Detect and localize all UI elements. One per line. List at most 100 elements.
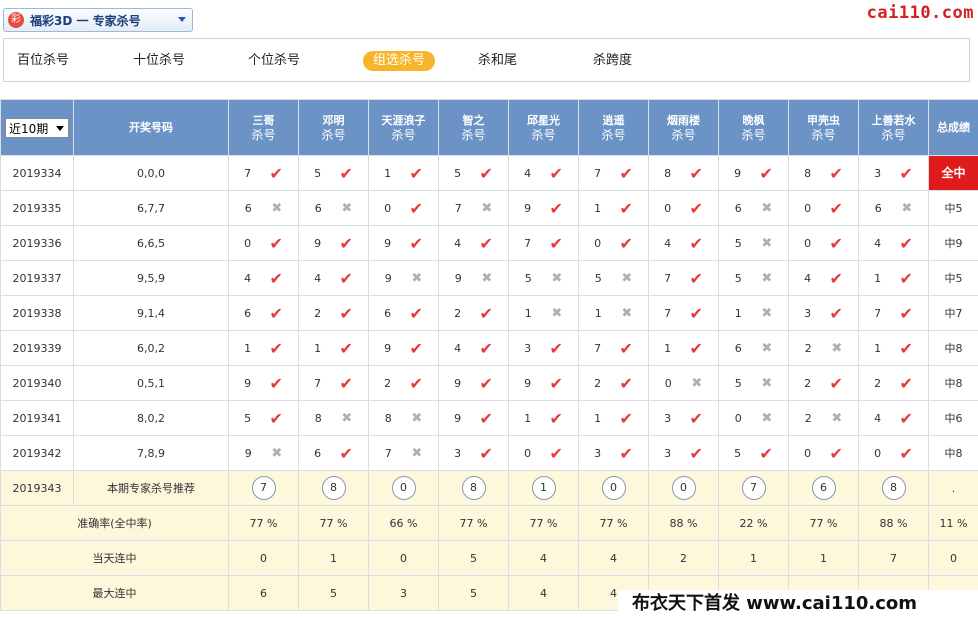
check-icon: ✔	[829, 268, 843, 288]
kill-pick-cell: 9 ✔	[368, 330, 439, 366]
check-icon: ✔	[619, 408, 633, 428]
kill-pick-cell: 1 ✖	[578, 295, 649, 331]
draw-number-header: 开奖号码	[73, 99, 229, 156]
kill-pick: 2 ✔	[789, 374, 858, 393]
kill-number: 0	[384, 201, 392, 215]
total-cell: 中8	[928, 330, 978, 366]
tab-units[interactable]: 个位杀号	[248, 51, 300, 71]
cross-icon: ✖	[411, 270, 423, 286]
stats-label: 最大连中	[0, 575, 229, 611]
check-icon: ✔	[479, 408, 493, 428]
check-icon: ✔	[619, 163, 633, 183]
expert-header: 邱星光 杀号	[508, 99, 579, 156]
site-brand[interactable]: cai110.com	[867, 3, 974, 23]
kill-number: 3	[664, 411, 672, 425]
kill-pick-cell: 3 ✔	[508, 330, 579, 366]
kill-pick-cell: 7 ✔	[858, 295, 929, 331]
kill-pick: 4 ✔	[859, 409, 928, 428]
expert-name: 邓明	[322, 113, 345, 127]
watermark: 布衣天下首发 www.cai110.com	[618, 590, 978, 617]
kill-pick-cell: 2 ✔	[858, 365, 929, 401]
kill-number: 6	[734, 341, 742, 355]
kill-pick: 6 ✔	[299, 444, 368, 463]
kill-pick: 7 ✔	[509, 234, 578, 253]
total-result: 中9	[944, 237, 963, 250]
draw-number-cell: 0,5,1	[73, 365, 229, 401]
kill-pick-cell: 9 ✔	[508, 190, 579, 226]
total-cell: 中8	[928, 365, 978, 401]
period-cell: 2019338	[0, 295, 74, 331]
recommend-cell: 0	[578, 470, 649, 506]
kill-pick: 5 ✖	[719, 236, 788, 251]
check-icon: ✔	[269, 268, 283, 288]
total-cell: 11 %	[928, 505, 978, 541]
stats-value: 77 %	[578, 505, 649, 541]
kill-pick: 3 ✔	[579, 444, 648, 463]
kill-number: 4	[314, 271, 322, 285]
kill-pick-cell: 5 ✖	[578, 260, 649, 296]
kill-pick-cell: 9 ✔	[508, 365, 579, 401]
stats-value: 1	[298, 540, 369, 576]
kill-pick-cell: 4 ✔	[858, 400, 929, 436]
table-row: 2019337 9,5,9 4 ✔ 4 ✔ 9 ✖ 9 ✖ 5 ✖ 5 ✖ 7 ✔ 5 ✖ 4 ✔ 1 ✔ 中5	[0, 260, 978, 296]
expert-header: 天涯浪子 杀号	[368, 99, 439, 156]
kill-pick: 4 ✔	[789, 269, 858, 288]
period-select[interactable]: 近10期	[5, 117, 69, 138]
kill-pick-cell: 0 ✔	[788, 435, 859, 471]
kill-pick: 1 ✔	[509, 409, 578, 428]
table-row: 2019341 8,0,2 5 ✔ 8 ✖ 8 ✖ 9 ✔ 1 ✔ 1 ✔ 3 ✔ 0 ✖ 2 ✖ 4 ✔ 中6	[0, 400, 978, 436]
stats-label: 当天连中	[0, 540, 229, 576]
period-cell: 2019342	[0, 435, 74, 471]
kill-pick-cell: 4 ✔	[298, 260, 369, 296]
lottery-selector[interactable]: 彩 福彩3D 一 专家杀号	[3, 8, 193, 32]
kill-pick-cell: 6 ✔	[298, 435, 369, 471]
kill-number: 3	[454, 446, 462, 460]
kill-pick: 0 ✔	[369, 199, 438, 218]
check-icon: ✔	[899, 338, 913, 358]
kill-number: 4	[454, 236, 462, 250]
kill-pick-cell: 7 ✔	[508, 225, 579, 261]
kill-number: 6	[384, 306, 392, 320]
kill-number: 1	[874, 341, 882, 355]
total-cell: .	[928, 470, 978, 506]
kill-pick: 6 ✔	[229, 304, 298, 323]
tab-group[interactable]: 组选杀号	[363, 51, 436, 71]
kill-number: 5	[734, 271, 742, 285]
total-cell: 中8	[928, 435, 978, 471]
tab-hundreds[interactable]: 百位杀号	[17, 51, 69, 71]
tab-span[interactable]: 杀跨度	[593, 51, 632, 71]
kill-number: 1	[314, 341, 322, 355]
kill-pick: 0 ✔	[789, 199, 858, 218]
kill-pick-cell: 4 ✔	[438, 330, 509, 366]
check-icon: ✔	[549, 408, 563, 428]
cross-icon: ✖	[901, 200, 913, 216]
kill-pick-cell: 4 ✔	[648, 225, 719, 261]
period-cell: 2019336	[0, 225, 74, 261]
check-icon: ✔	[549, 233, 563, 253]
tab-sum-tail[interactable]: 杀和尾	[478, 51, 517, 71]
stats-value: 4	[508, 540, 579, 576]
kill-number: 9	[314, 236, 322, 250]
kill-pick: 1 ✔	[859, 339, 928, 358]
kill-pick-cell: 6 ✖	[718, 190, 789, 226]
expert-subtitle: 杀号	[251, 127, 276, 142]
kill-number: 7	[384, 446, 392, 460]
kill-number: 9	[734, 166, 742, 180]
kill-number: 2	[594, 376, 602, 390]
check-icon: ✔	[899, 443, 913, 463]
stats-value: 5	[298, 575, 369, 611]
kill-pick-cell: 9 ✖	[438, 260, 509, 296]
check-icon: ✔	[829, 163, 843, 183]
kill-number: 7	[524, 236, 532, 250]
kill-pick: 3 ✔	[439, 444, 508, 463]
check-icon: ✔	[269, 338, 283, 358]
kill-number: 0	[244, 236, 252, 250]
kill-pick-cell: 0 ✖	[718, 400, 789, 436]
kill-pick-cell: 9 ✔	[368, 225, 439, 261]
kill-pick-cell: 4 ✔	[858, 225, 929, 261]
kill-number: 7	[664, 271, 672, 285]
check-icon: ✔	[339, 303, 353, 323]
total-result: 中6	[944, 412, 963, 425]
expert-subtitle: 杀号	[811, 127, 836, 142]
tab-tens[interactable]: 十位杀号	[133, 51, 185, 71]
